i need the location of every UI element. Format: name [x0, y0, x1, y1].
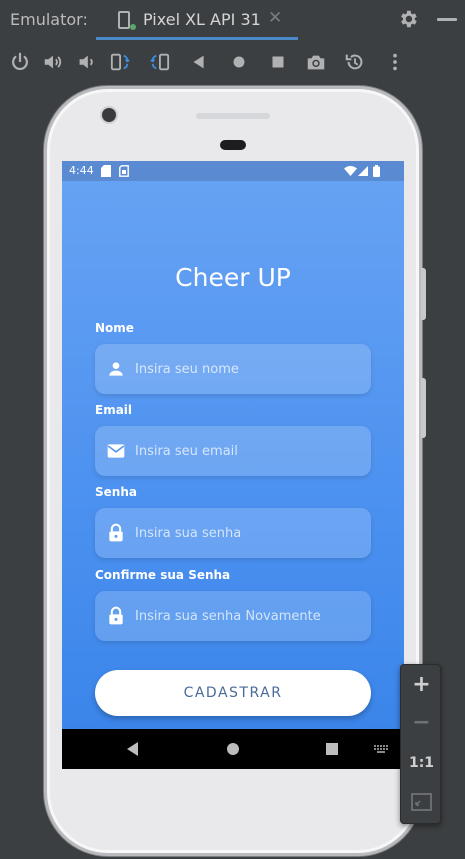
- email-input[interactable]: [135, 426, 363, 476]
- power-icon[interactable]: [9, 51, 31, 73]
- speaker-grille: [196, 113, 270, 119]
- volume-down-icon[interactable]: [75, 51, 97, 73]
- fit-screen-button[interactable]: [401, 783, 442, 821]
- lock-icon: [109, 606, 123, 625]
- status-bar: 4:44: [62, 161, 404, 181]
- email-field[interactable]: [95, 426, 371, 476]
- email-label: Email: [95, 403, 133, 417]
- volume-up-icon[interactable]: [42, 51, 64, 73]
- rotate-left-icon[interactable]: [110, 51, 132, 73]
- password-input[interactable]: [135, 508, 363, 558]
- name-label: Nome: [95, 321, 134, 335]
- battery-icon: [373, 165, 380, 177]
- zoom-out-button[interactable]: −: [401, 705, 442, 743]
- device-tab[interactable]: Pixel XL API 31 ✕: [96, 0, 298, 40]
- device-side-button: [421, 268, 426, 320]
- home-icon[interactable]: [228, 51, 250, 73]
- emulator-title: Emulator:: [10, 10, 88, 29]
- snapshot-icon[interactable]: [344, 51, 366, 73]
- navigation-bar: [62, 729, 404, 769]
- emulator-title-bar: Emulator: Pixel XL API 31 ✕: [0, 0, 465, 40]
- zoom-out-icon: −: [412, 710, 431, 735]
- sd-card-icon: [101, 165, 111, 177]
- actual-size-label: 1:1: [408, 755, 435, 771]
- settings-gear-icon[interactable]: [397, 8, 419, 30]
- device-icon: [118, 11, 130, 29]
- more-options-icon[interactable]: [384, 51, 406, 73]
- overview-icon[interactable]: [326, 743, 338, 755]
- signal-icon: [358, 166, 368, 176]
- zoom-in-icon: +: [412, 672, 431, 697]
- keyboard-icon[interactable]: [374, 745, 388, 753]
- front-camera: [102, 108, 116, 122]
- overview-icon[interactable]: [267, 51, 289, 73]
- password-field[interactable]: [95, 508, 371, 558]
- home-icon[interactable]: [227, 743, 239, 755]
- device-tab-label: Pixel XL API 31: [143, 10, 261, 29]
- actual-size-button[interactable]: 1:1: [401, 745, 442, 783]
- name-input[interactable]: [135, 344, 363, 394]
- sim-icon: [119, 165, 129, 177]
- minimize-icon[interactable]: [437, 18, 457, 21]
- back-icon[interactable]: [127, 742, 139, 756]
- name-field[interactable]: [95, 344, 371, 394]
- confirm-password-input[interactable]: [135, 591, 363, 641]
- signup-screen: Cheer UP Nome Email Senha: [62, 181, 404, 729]
- app-title: Cheer UP: [175, 263, 291, 292]
- screenshot-icon[interactable]: [305, 51, 327, 73]
- back-icon[interactable]: [188, 51, 210, 73]
- device-screen[interactable]: 4:44 Cheer UP Nome Em: [62, 161, 404, 769]
- confirm-password-label: Confirme sua Senha: [95, 568, 231, 582]
- tab-selected-indicator: [96, 37, 298, 40]
- close-tab-icon[interactable]: ✕: [268, 8, 282, 28]
- running-indicator-icon: [130, 24, 136, 30]
- person-icon: [109, 362, 123, 376]
- register-button[interactable]: CADASTRAR: [95, 670, 371, 716]
- password-label: Senha: [95, 485, 137, 499]
- emulator-toolbar: [0, 44, 465, 80]
- proximity-sensor: [220, 140, 246, 150]
- lock-icon: [109, 523, 123, 542]
- zoom-controls: + − 1:1: [400, 664, 441, 824]
- device-side-button: [421, 378, 426, 438]
- fit-screen-icon: [411, 793, 432, 811]
- rotate-right-icon[interactable]: [148, 51, 170, 73]
- confirm-password-field[interactable]: [95, 591, 371, 641]
- wifi-icon: [344, 166, 357, 176]
- status-time: 4:44: [69, 164, 94, 177]
- zoom-in-button[interactable]: +: [401, 667, 442, 705]
- mail-icon: [107, 444, 125, 458]
